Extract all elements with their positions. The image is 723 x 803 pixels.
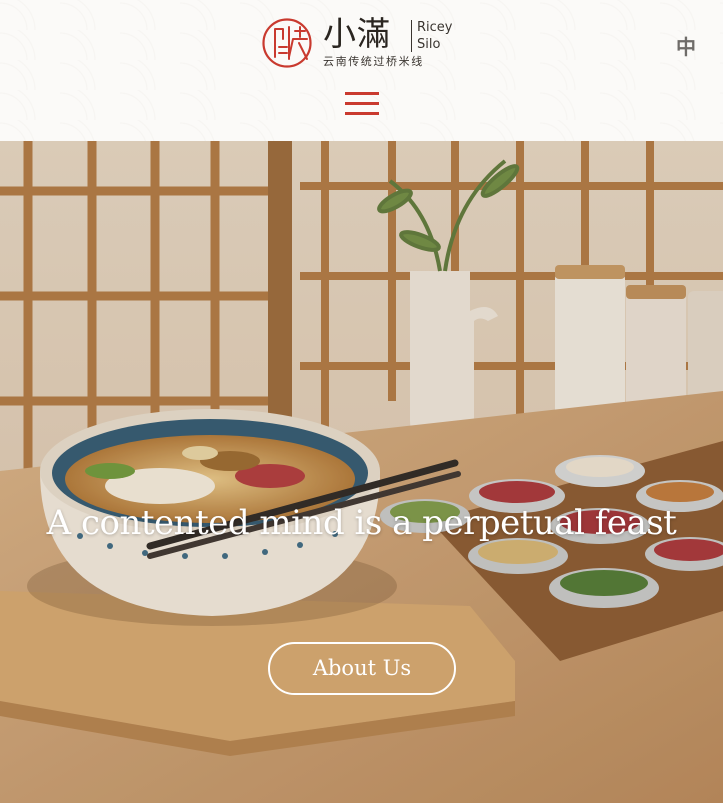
menu-bar-top <box>345 92 379 95</box>
hero-title: A contented mind is a perpetual feast <box>46 503 677 543</box>
brand-english-name-line1: Ricey <box>417 20 453 35</box>
brand-chinese-name: 小滿 <box>323 14 391 53</box>
brand-tagline: 云南传统过桥米线 <box>323 55 424 68</box>
hamburger-menu-icon[interactable] <box>345 92 379 118</box>
brand-english-name-line2: Silo <box>417 37 441 52</box>
menu-bar-bottom <box>345 112 379 115</box>
hero-tint <box>0 141 723 803</box>
brand-divider <box>411 20 412 52</box>
hero-banner: A contented mind is a perpetual feast Ab… <box>0 141 723 803</box>
site-header: 小滿 Ricey Silo 云南传统过桥米线 中 <box>0 0 723 141</box>
hero-background-image <box>0 141 723 803</box>
seal-logo-icon <box>262 18 312 68</box>
about-us-button[interactable]: About Us <box>268 642 456 695</box>
language-toggle[interactable]: 中 <box>676 31 696 60</box>
menu-bar-middle <box>345 102 379 105</box>
brand-logo[interactable]: 小滿 Ricey Silo 云南传统过桥米线 <box>261 14 465 70</box>
